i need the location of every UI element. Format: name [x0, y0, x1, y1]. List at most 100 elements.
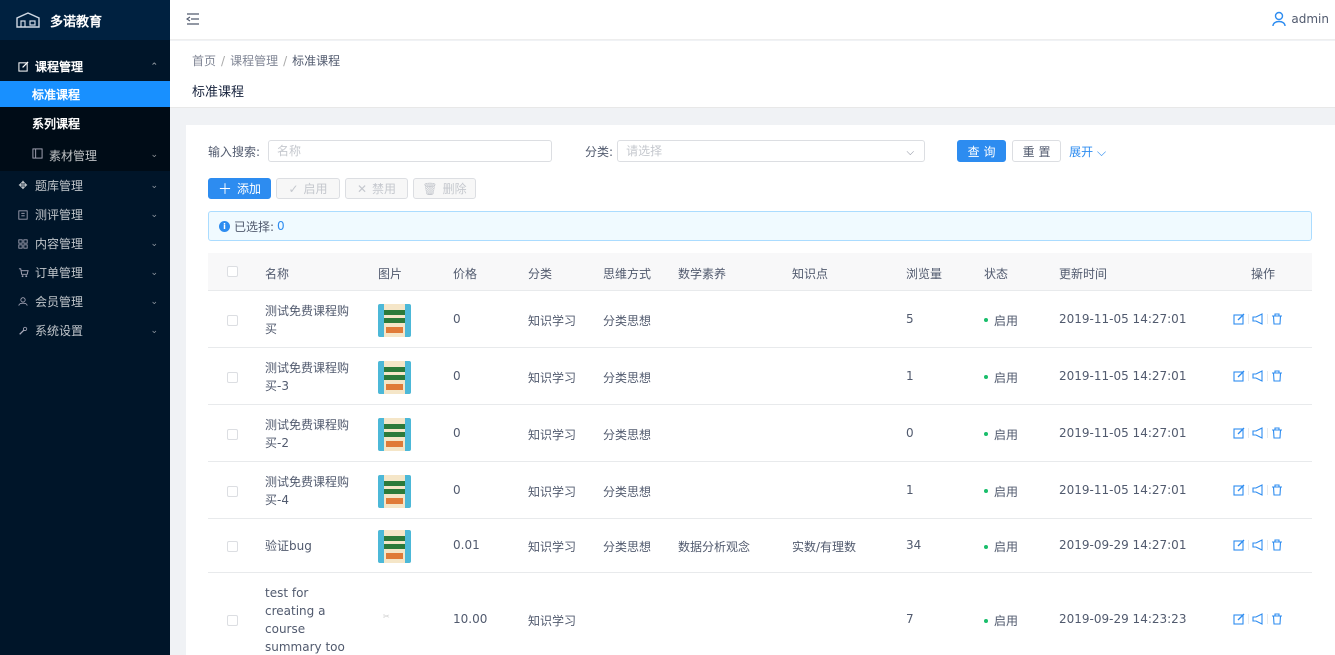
breadcrumb-home[interactable]: 首页 — [192, 54, 216, 68]
row-checkbox[interactable] — [227, 314, 238, 326]
course-thumbnail[interactable] — [378, 360, 411, 394]
trash-icon[interactable] — [1271, 483, 1283, 496]
add-label: 添加 — [236, 182, 261, 196]
chevron-up-icon: ⌃ — [150, 61, 158, 72]
trash-icon[interactable] — [1271, 613, 1283, 625]
enable-button[interactable]: ✓ 启用 — [276, 178, 340, 199]
col-name[interactable]: 名称 — [265, 265, 289, 282]
user-menu[interactable]: admin — [1272, 11, 1329, 26]
trash-icon[interactable] — [1271, 426, 1283, 439]
cart-icon — [17, 267, 29, 279]
course-thumbnail[interactable] — [378, 530, 411, 563]
course-updated: 2019-09-29 14:23:23 — [1059, 612, 1187, 626]
row-checkbox[interactable] — [227, 371, 238, 383]
chevron-down-icon: ⌄ — [150, 325, 158, 336]
course-knowledge: 实数/有理数 — [792, 540, 857, 554]
col-knowledge: 知识点 — [792, 267, 829, 281]
info-icon: i — [219, 220, 230, 232]
table-row[interactable]: 测试免费课程购买 0 知识学习 分类思想 5 启用 2019-11-05 14:27:01 — [208, 291, 1312, 348]
menu-course-management[interactable]: 课程管理 ⌃ — [0, 52, 170, 81]
disable-button[interactable]: ✕ 禁用 — [345, 178, 408, 199]
edit-icon[interactable] — [1233, 427, 1245, 439]
menu-label: 内容管理 — [35, 237, 84, 251]
course-price: 0 — [453, 311, 461, 326]
course-thumbnail[interactable] — [378, 417, 411, 451]
table-row[interactable]: 验证bug 0.01 知识学习 分类思想 数据分析观念 实数/有理数 34 启用 2019-09… — [208, 519, 1312, 573]
delete-button[interactable]: 🗑 删除 — [413, 178, 476, 199]
status-dot-icon — [984, 318, 988, 322]
trash-icon: 🗑 — [422, 181, 438, 196]
row-checkbox[interactable] — [227, 428, 238, 440]
col-views[interactable]: 浏览量 — [906, 265, 942, 282]
course-thinking: 分类思想 — [603, 540, 652, 554]
menu-question-bank[interactable]: ✥ 题库管理 ⌄ — [0, 171, 170, 200]
megaphone-icon[interactable] — [1252, 539, 1264, 551]
megaphone-icon[interactable] — [1252, 483, 1264, 496]
trash-icon[interactable] — [1271, 312, 1283, 325]
row-checkbox[interactable] — [227, 615, 238, 626]
row-checkbox[interactable] — [227, 541, 238, 552]
megaphone-icon[interactable] — [1252, 426, 1264, 439]
menu-content[interactable]: 内容管理 ⌄ — [0, 229, 170, 258]
chevron-down-icon: ⌄ — [150, 209, 158, 220]
brand-logo[interactable]: 多诺教育 — [0, 0, 170, 40]
course-price: 0 — [453, 482, 461, 497]
menu-settings[interactable]: 系统设置 ⌄ — [0, 316, 170, 345]
trash-icon[interactable] — [1271, 369, 1283, 382]
course-thinking: 分类思想 — [603, 427, 652, 442]
table-row[interactable]: 测试免费课程购买-3 0 知识学习 分类思想 1 启用 2019-11-05 14:27:0… — [208, 348, 1312, 405]
status-dot-icon — [984, 432, 988, 436]
col-price[interactable]: 价格 — [453, 265, 477, 282]
category-select[interactable]: 请选择 ⌵ — [617, 140, 926, 162]
table-row[interactable]: 测试免费课程购买-4 0 知识学习 分类思想 1 启用 2019-11-05 14:27:0… — [208, 462, 1312, 519]
megaphone-icon[interactable] — [1252, 369, 1264, 382]
megaphone-icon[interactable] — [1252, 312, 1264, 325]
reset-button[interactable]: 重 置 — [1012, 140, 1062, 162]
submenu-material-management[interactable]: 素材管理 ⌄ — [0, 139, 170, 171]
query-button[interactable]: 查 询 — [957, 140, 1007, 162]
course-price: 0 — [453, 425, 461, 440]
expand-link[interactable]: 展开 ⌵ — [1069, 143, 1106, 160]
submenu-series-course[interactable]: 系列课程 — [0, 107, 170, 139]
course-thumbnail[interactable] — [378, 303, 411, 337]
course-views: 0 — [906, 425, 914, 440]
edit-icon[interactable] — [1233, 370, 1245, 382]
megaphone-icon[interactable] — [1252, 613, 1264, 625]
edit-icon[interactable] — [1233, 539, 1245, 551]
expand-label: 展开 — [1069, 144, 1094, 159]
submenu-standard-course[interactable]: 标准课程 — [0, 81, 170, 107]
table-row[interactable]: 测试免费课程购买-2 0 知识学习 分类思想 0 启用 2019-11-05 14:27:0… — [208, 405, 1312, 462]
breadcrumb-course[interactable]: 课程管理 — [230, 54, 278, 68]
trash-icon[interactable] — [1271, 539, 1283, 551]
grid-icon — [17, 238, 29, 250]
course-category: 知识学习 — [528, 540, 577, 554]
menu-assessment[interactable]: 测评管理 ⌄ — [0, 200, 170, 229]
course-updated: 2019-09-29 14:27:01 — [1059, 538, 1187, 552]
user-icon — [17, 296, 29, 308]
status-badge: 启用 — [984, 612, 1018, 629]
action-row: ＋ 添加 ✓ 启用 ✕ 禁用 🗑 删除 — [208, 178, 481, 199]
edit-icon[interactable] — [1233, 613, 1245, 625]
table-row[interactable]: test for creating a course summary too l… — [208, 573, 1312, 655]
brand-name: 多诺教育 — [50, 14, 103, 30]
add-button[interactable]: ＋ 添加 — [208, 178, 271, 199]
submenu-material-label: 素材管理 — [49, 148, 98, 163]
course-views: 5 — [906, 311, 914, 326]
col-updated[interactable]: 更新时间 — [1059, 265, 1107, 282]
edit-icon[interactable] — [1233, 313, 1245, 325]
chevron-down-icon: ⌄ — [150, 180, 158, 191]
search-input[interactable] — [268, 140, 553, 162]
course-name: 测试免费课程购买-3 — [265, 360, 350, 393]
menu-members[interactable]: 会员管理 ⌄ — [0, 287, 170, 316]
course-name: 测试免费课程购买 — [265, 303, 350, 336]
edit-icon[interactable] — [1233, 484, 1245, 496]
status-badge: 启用 — [984, 538, 1018, 555]
close-icon: ✕ — [356, 181, 368, 196]
menu-label: 会员管理 — [35, 295, 84, 309]
course-thumbnail[interactable] — [378, 474, 411, 508]
menu-collapse-icon[interactable] — [186, 12, 200, 26]
select-all-checkbox[interactable] — [227, 266, 238, 277]
row-checkbox[interactable] — [227, 485, 238, 497]
category-label: 分类: — [585, 144, 614, 159]
menu-orders[interactable]: 订单管理 ⌄ — [0, 258, 170, 287]
